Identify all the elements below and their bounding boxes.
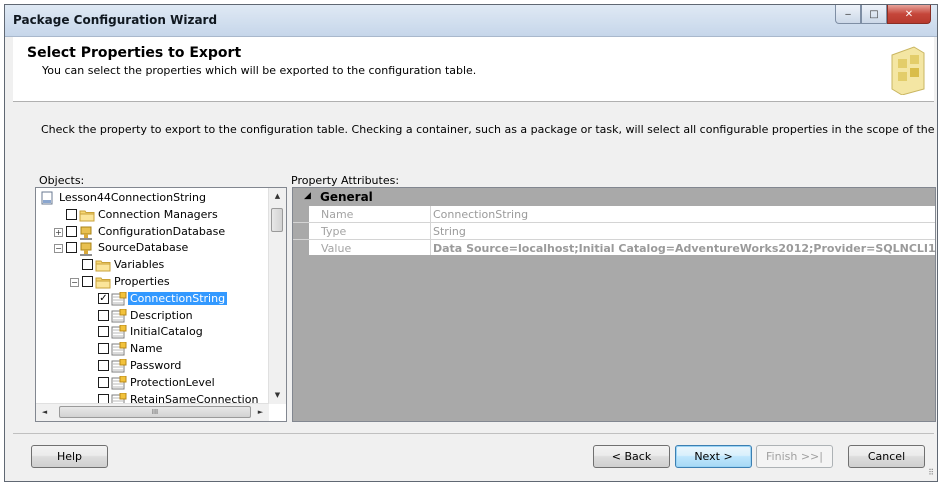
row-gutter xyxy=(293,223,309,239)
tree-checkbox[interactable]: ✓ xyxy=(98,292,109,304)
tree-vertical-scrollbar[interactable]: ▲ ▼ xyxy=(268,188,286,404)
property-category-general[interactable]: ◢ General xyxy=(293,188,935,206)
scroll-up-arrow-icon[interactable]: ▲ xyxy=(269,188,286,205)
tree-item[interactable]: Description xyxy=(36,308,268,325)
resize-grip-icon[interactable]: ⠿ xyxy=(928,468,934,477)
window-title: Package Configuration Wizard xyxy=(13,13,218,27)
tree-item[interactable]: Name xyxy=(36,341,268,358)
tree-checkbox[interactable] xyxy=(98,326,109,338)
wizard-window: Package Configuration Wizard ‒ □ ✕ Selec… xyxy=(4,4,938,482)
tree-item[interactable]: − SourceDatabase xyxy=(36,240,268,257)
property-grid[interactable]: ◢ General Name ConnectionString Type Str… xyxy=(292,187,936,422)
property-value: ConnectionString xyxy=(433,208,529,221)
tree-item-label: Connection Managers xyxy=(98,207,218,221)
folder-icon xyxy=(95,275,111,292)
horizontal-scroll-thumb[interactable]: III xyxy=(59,406,251,418)
property-row[interactable]: Name ConnectionString xyxy=(293,206,935,223)
tree-item-label: SourceDatabase xyxy=(98,241,189,255)
collapse-icon[interactable]: − xyxy=(70,277,79,287)
collapse-icon[interactable]: − xyxy=(54,244,63,254)
tree-item-label: ConfigurationDatabase xyxy=(98,224,226,238)
scroll-down-arrow-icon[interactable]: ▼ xyxy=(269,387,286,404)
property-grid-empty-area xyxy=(293,255,935,421)
title-bar: Package Configuration Wizard ‒ □ ✕ xyxy=(5,5,937,37)
tree-checkbox[interactable] xyxy=(66,242,77,254)
next-button[interactable]: Next > xyxy=(675,445,752,468)
tree-item-label: Name xyxy=(130,342,163,356)
tree-item[interactable]: − Properties xyxy=(36,274,268,291)
vertical-scroll-thumb[interactable] xyxy=(271,208,283,232)
tree-item-label: ConnectionString xyxy=(126,290,229,306)
tree-item[interactable]: + ConfigurationDatabase xyxy=(36,224,268,241)
help-button[interactable]: Help xyxy=(31,445,108,468)
caption-buttons: ‒ □ ✕ xyxy=(835,5,931,25)
tree-checkbox[interactable] xyxy=(98,343,109,355)
scroll-left-arrow-icon[interactable]: ◄ xyxy=(36,404,53,421)
tree-checkbox[interactable] xyxy=(98,359,109,371)
scroll-right-arrow-icon[interactable]: ► xyxy=(252,404,269,421)
tree-checkbox[interactable] xyxy=(66,225,77,237)
tree-checkbox[interactable] xyxy=(98,309,109,321)
tree-item-label: Description xyxy=(130,308,193,322)
package-icon xyxy=(40,191,54,208)
minimize-button[interactable]: ‒ xyxy=(835,5,861,24)
tree-item[interactable]: InitialCatalog xyxy=(36,324,268,341)
tree-checkbox[interactable] xyxy=(82,259,93,271)
back-button[interactable]: < Back xyxy=(593,445,670,468)
tree-checkbox[interactable] xyxy=(66,208,77,220)
folder-icon xyxy=(79,208,95,225)
tree-item-label: Variables xyxy=(114,258,165,272)
folder-icon xyxy=(95,258,111,275)
tree-item[interactable]: Connection Managers xyxy=(36,207,268,224)
cancel-button[interactable]: Cancel xyxy=(848,445,925,468)
property-key: Type xyxy=(321,225,347,238)
property-key: Name xyxy=(321,208,354,221)
tree-item[interactable]: ProtectionLevel xyxy=(36,375,268,392)
collapse-triangle-icon[interactable]: ◢ xyxy=(304,191,311,201)
finish-button[interactable]: Finish >>| xyxy=(756,445,833,468)
tree-item[interactable]: Password xyxy=(36,358,268,375)
objects-tree[interactable]: Lesson44ConnectionString Connection Manag… xyxy=(35,187,287,422)
property-attributes-label: Property Attributes: xyxy=(291,174,400,187)
property-key: Value xyxy=(321,242,352,255)
tree-rows: Lesson44ConnectionString Connection Manag… xyxy=(36,190,268,408)
row-gutter xyxy=(293,240,309,256)
tree-item-label: ProtectionLevel xyxy=(130,375,215,389)
maximize-button[interactable]: □ xyxy=(861,5,887,24)
tree-checkbox[interactable] xyxy=(82,275,93,287)
tree-item[interactable]: ✓ ConnectionString xyxy=(36,290,268,308)
tree-item[interactable]: Variables xyxy=(36,257,268,274)
instruction-text: Check the property to export to the conf… xyxy=(41,123,938,136)
tree-item[interactable]: Lesson44ConnectionString xyxy=(36,190,268,207)
page-title: Select Properties to Export xyxy=(27,45,242,61)
tree-item-label: Properties xyxy=(114,274,170,288)
tree-checkbox[interactable] xyxy=(98,376,109,388)
wizard-body: Check the property to export to the conf… xyxy=(13,102,937,433)
property-row[interactable]: Type String xyxy=(293,223,935,240)
tree-horizontal-scrollbar[interactable]: ◄ III ► xyxy=(36,403,269,421)
wizard-header: Select Properties to Export You can sele… xyxy=(13,37,934,102)
tree-item-label: Lesson44ConnectionString xyxy=(59,191,206,204)
tree-item-label: Password xyxy=(130,358,182,372)
column-divider xyxy=(430,206,431,222)
page-subtitle: You can select the properties which will… xyxy=(42,64,477,77)
expand-icon[interactable]: + xyxy=(54,227,63,237)
close-button[interactable]: ✕ xyxy=(887,5,931,24)
objects-label: Objects: xyxy=(39,174,85,187)
property-value: String xyxy=(433,225,466,238)
row-gutter xyxy=(293,206,309,222)
wizard-icon xyxy=(888,45,928,98)
property-value: Data Source=localhost;Initial Catalog=Ad… xyxy=(433,242,936,255)
column-divider xyxy=(430,240,431,256)
category-label: General xyxy=(320,190,373,204)
tree-item-label: InitialCatalog xyxy=(130,325,203,339)
footer-divider xyxy=(13,433,934,434)
column-divider xyxy=(430,223,431,239)
